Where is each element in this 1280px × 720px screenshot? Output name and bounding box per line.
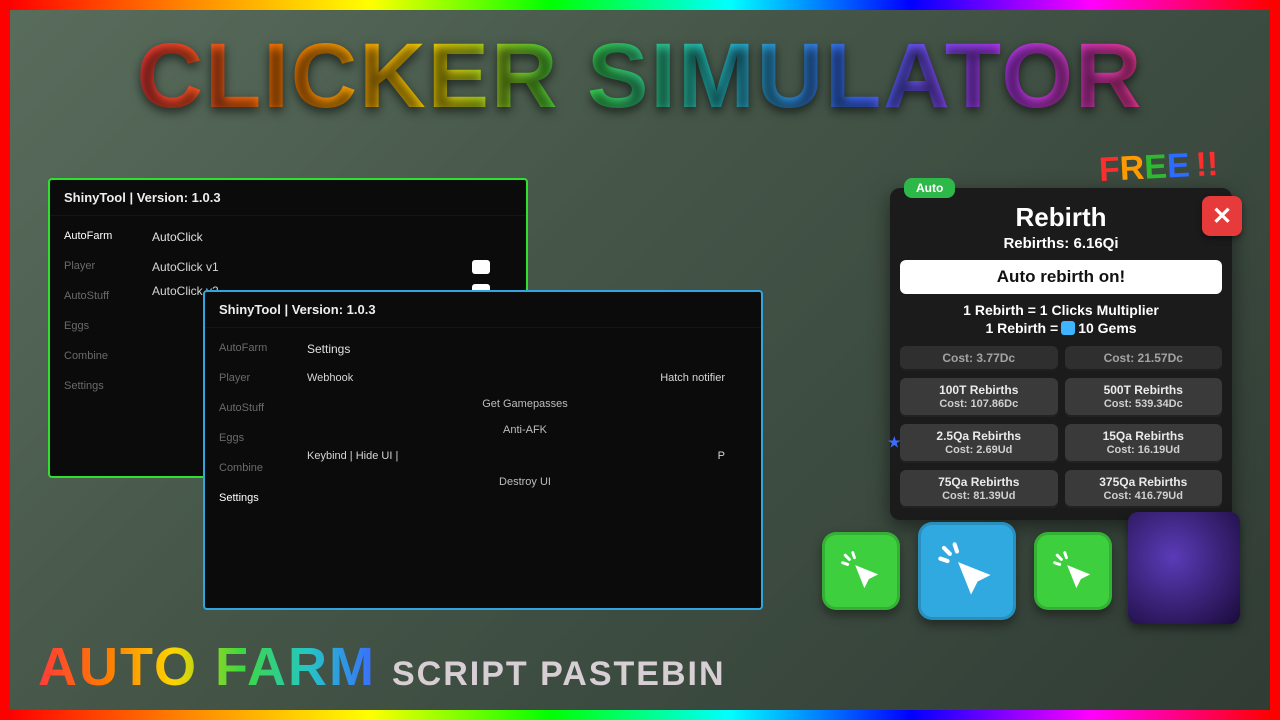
info-line-2: 1 Rebirth =10 Gems <box>900 320 1222 336</box>
click-icons-row <box>822 522 1112 620</box>
nav-settings[interactable]: Settings <box>64 380 136 392</box>
cursor-click-icon <box>1053 551 1093 591</box>
bottom-caption: AUTO FARM SCRIPT PASTEBIN <box>38 636 726 698</box>
shinytool-panel-settings: ShinyTool | Version: 1.0.3 AutoFarm Play… <box>203 290 763 610</box>
keybind-label: Keybind | Hide UI | <box>307 450 398 462</box>
free-badge: FREE!! <box>1098 145 1219 190</box>
destroy-ui-button[interactable]: Destroy UI <box>307 476 743 488</box>
nav-player[interactable]: Player <box>219 372 291 384</box>
option-label: AutoClick v1 <box>152 260 219 274</box>
rebirth-title: Rebirth <box>900 202 1222 233</box>
nav-combine[interactable]: Combine <box>219 462 291 474</box>
nav-eggs[interactable]: Eggs <box>64 320 136 332</box>
checkbox-icon[interactable] <box>472 260 490 274</box>
rebirth-option[interactable]: 15Qa RebirthsCost: 16.19Ud <box>1065 424 1223 463</box>
rebirth-option[interactable]: 100T RebirthsCost: 107.86Dc <box>900 378 1058 417</box>
info-line-1: 1 Rebirth = 1 Clicks Multiplier <box>900 302 1222 318</box>
nav-settings[interactable]: Settings <box>219 492 291 504</box>
close-button[interactable]: ✕ <box>1202 196 1242 236</box>
close-icon: ✕ <box>1212 202 1232 231</box>
section-heading: Settings <box>307 342 743 356</box>
panel-title: ShinyTool | Version: 1.0.3 <box>205 292 761 328</box>
nav-autostuff[interactable]: AutoStuff <box>64 290 136 302</box>
nav-autofarm[interactable]: AutoFarm <box>219 342 291 354</box>
rebirth-option-starred[interactable]: 2.5Qa RebirthsCost: 2.69Ud <box>900 424 1058 463</box>
caption-sub: SCRIPT PASTEBIN <box>392 655 726 694</box>
nav-combine[interactable]: Combine <box>64 350 136 362</box>
get-gamepasses-button[interactable]: Get Gamepasses <box>307 398 743 410</box>
panel-title: ShinyTool | Version: 1.0.3 <box>50 180 526 216</box>
section-heading: AutoClick <box>152 230 508 244</box>
rebirth-option[interactable]: Cost: 3.77Dc <box>900 346 1058 371</box>
rebirth-option[interactable]: 500T RebirthsCost: 539.34Dc <box>1065 378 1223 417</box>
gem-icon <box>1061 321 1075 335</box>
keybind-value[interactable]: P <box>718 450 725 462</box>
nav-eggs[interactable]: Eggs <box>219 432 291 444</box>
auto-tag: Auto <box>904 178 955 198</box>
option-autoclick-v1: AutoClick v1 <box>152 260 508 274</box>
cursor-click-icon <box>841 551 881 591</box>
click-action-button[interactable] <box>822 532 900 610</box>
nav-autostuff[interactable]: AutoStuff <box>219 402 291 414</box>
webhook-label: Webhook <box>307 372 353 384</box>
rebirth-option[interactable]: Cost: 21.57Dc <box>1065 346 1223 371</box>
auto-rebirth-status[interactable]: Auto rebirth on! <box>900 260 1222 294</box>
cursor-click-icon <box>938 542 995 599</box>
rebirth-options-grid: Cost: 3.77Dc Cost: 21.57Dc 100T Rebirths… <box>900 346 1222 508</box>
anti-afk-button[interactable]: Anti-AFK <box>307 424 743 436</box>
side-thumbnail <box>1128 512 1240 624</box>
nav-autofarm[interactable]: AutoFarm <box>64 230 136 242</box>
rebirth-option[interactable]: 75Qa RebirthsCost: 81.39Ud <box>900 470 1058 509</box>
hatch-notifier-label[interactable]: Hatch notifier <box>660 372 725 384</box>
page-title: CLICKER SIMULATOR <box>137 24 1144 129</box>
caption-main: AUTO FARM <box>38 636 376 698</box>
side-nav: AutoFarm Player AutoStuff Eggs Combine S… <box>50 216 142 474</box>
side-nav: AutoFarm Player AutoStuff Eggs Combine S… <box>205 328 297 606</box>
rebirth-count: Rebirths: 6.16Qi <box>900 235 1222 252</box>
click-action-button-main[interactable] <box>918 522 1016 620</box>
rebirth-option[interactable]: 375Qa RebirthsCost: 416.79Ud <box>1065 470 1223 509</box>
nav-player[interactable]: Player <box>64 260 136 272</box>
rebirth-dialog: Auto ✕ Rebirth Rebirths: 6.16Qi Auto reb… <box>890 188 1232 520</box>
click-action-button[interactable] <box>1034 532 1112 610</box>
